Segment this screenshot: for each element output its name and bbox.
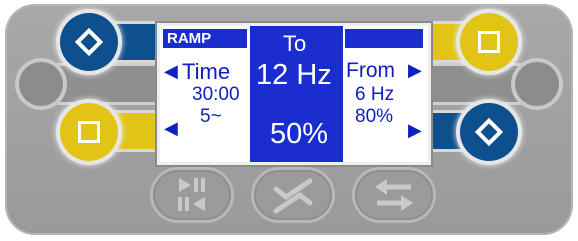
right-arrow-top-icon[interactable]: ▶ (408, 61, 422, 79)
bottom-left-square-button[interactable] (60, 103, 118, 161)
left-time-value: 30:00 (192, 84, 240, 105)
top-right-square-button[interactable] (460, 13, 518, 71)
square-icon (78, 121, 100, 143)
center-percent: 50% (270, 118, 329, 150)
right-header-bar (345, 29, 423, 48)
right-column: From ▶ 6 Hz 80% ▶ (343, 26, 428, 162)
play-pause-button[interactable] (153, 170, 231, 220)
diamond-icon (474, 117, 504, 147)
left-arrow-top-icon[interactable]: ◀ (164, 62, 178, 80)
bottom-right-diamond-button[interactable] (460, 103, 518, 161)
square-icon (478, 31, 500, 53)
check-icon (273, 178, 313, 214)
center-column: To 12 Hz 50% (250, 26, 343, 162)
left-arrow-bottom-icon[interactable]: ◀ (164, 119, 178, 137)
left-level-value: 5~ (200, 106, 222, 127)
lcd-screen: RAMP ◀ Time 30:00 ◀ 5~ To 12 Hz 50% From… (157, 23, 431, 165)
target-frequency: 12 Hz (256, 59, 332, 91)
play-pause-icon (178, 178, 205, 211)
right-arrow-bottom-icon[interactable]: ▶ (408, 121, 422, 139)
from-frequency: 6 Hz (355, 84, 395, 105)
left-title: Time (182, 59, 231, 84)
swap-arrows-icon (375, 179, 413, 211)
swap-button[interactable] (355, 170, 433, 220)
diamond-icon (74, 27, 104, 57)
top-left-diamond-button[interactable] (60, 13, 118, 71)
left-column: RAMP ◀ Time 30:00 ◀ 5~ (160, 26, 250, 162)
mode-label: RAMP (163, 29, 247, 48)
center-title: To (283, 31, 307, 56)
right-grey-knob (515, 62, 559, 106)
right-percent: 80% (355, 106, 394, 127)
right-title: From (346, 59, 395, 82)
confirm-button[interactable] (254, 170, 332, 220)
left-grey-knob (19, 62, 63, 106)
